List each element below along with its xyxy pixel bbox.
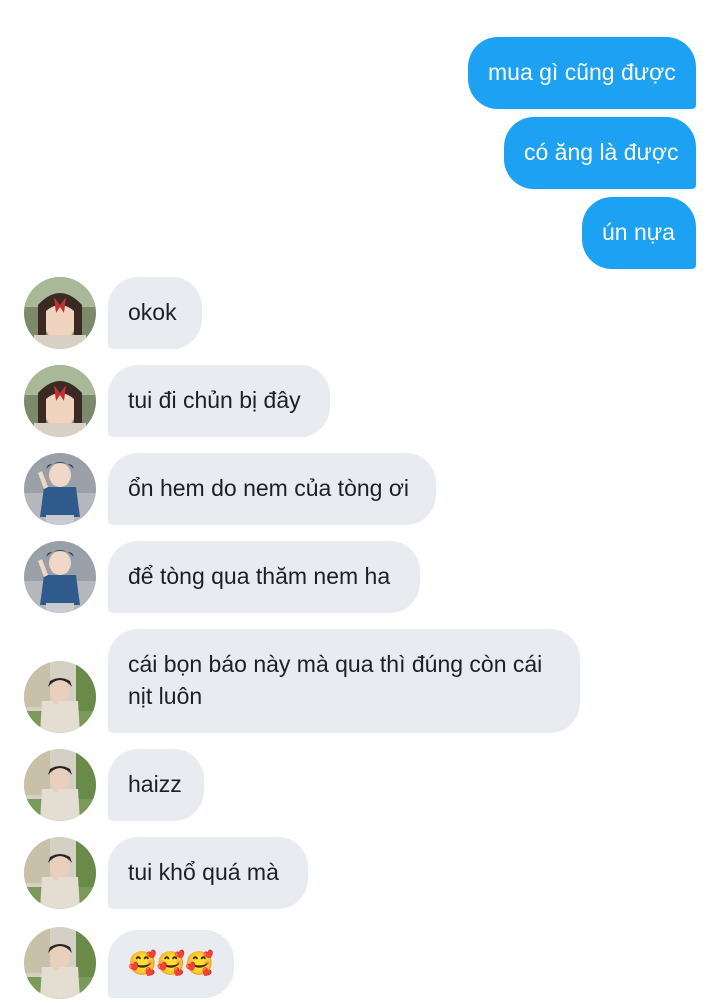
avatar-photo-icon	[24, 927, 96, 999]
avatar[interactable]	[24, 927, 96, 999]
incoming-message-bubble[interactable]: tui đi chủn bị đây	[108, 365, 330, 437]
avatar[interactable]	[24, 453, 96, 525]
incoming-message-bubble[interactable]: haizz	[108, 749, 204, 821]
incoming-message-bubble[interactable]: okok	[108, 277, 202, 349]
avatar-photo-icon	[24, 365, 96, 437]
avatar-photo-icon	[24, 661, 96, 733]
avatar-photo-icon	[24, 749, 96, 821]
avatar[interactable]	[24, 749, 96, 821]
avatar[interactable]	[24, 365, 96, 437]
incoming-message-bubble[interactable]: tui khổ quá mà	[108, 837, 308, 909]
avatar[interactable]	[24, 277, 96, 349]
outgoing-message-bubble[interactable]: mua gì cũng được	[468, 37, 696, 109]
avatar-photo-icon	[24, 453, 96, 525]
avatar[interactable]	[24, 837, 96, 909]
outgoing-message-bubble[interactable]: có ăng là được	[504, 117, 696, 189]
incoming-message-bubble[interactable]: ổn hem do nem của tòng ơi	[108, 453, 436, 525]
avatar-photo-icon	[24, 541, 96, 613]
avatar[interactable]	[24, 541, 96, 613]
incoming-message-bubble[interactable]: để tòng qua thăm nem ha	[108, 541, 420, 613]
outgoing-message-bubble[interactable]: ún nựa	[582, 197, 696, 269]
incoming-message-bubble[interactable]: cái bọn báo này mà qua thì đúng còn cái …	[108, 629, 580, 733]
avatar[interactable]	[24, 661, 96, 733]
incoming-message-bubble[interactable]: 🥰🥰🥰	[108, 930, 234, 998]
avatar-photo-icon	[24, 837, 96, 909]
avatar-photo-icon	[24, 277, 96, 349]
